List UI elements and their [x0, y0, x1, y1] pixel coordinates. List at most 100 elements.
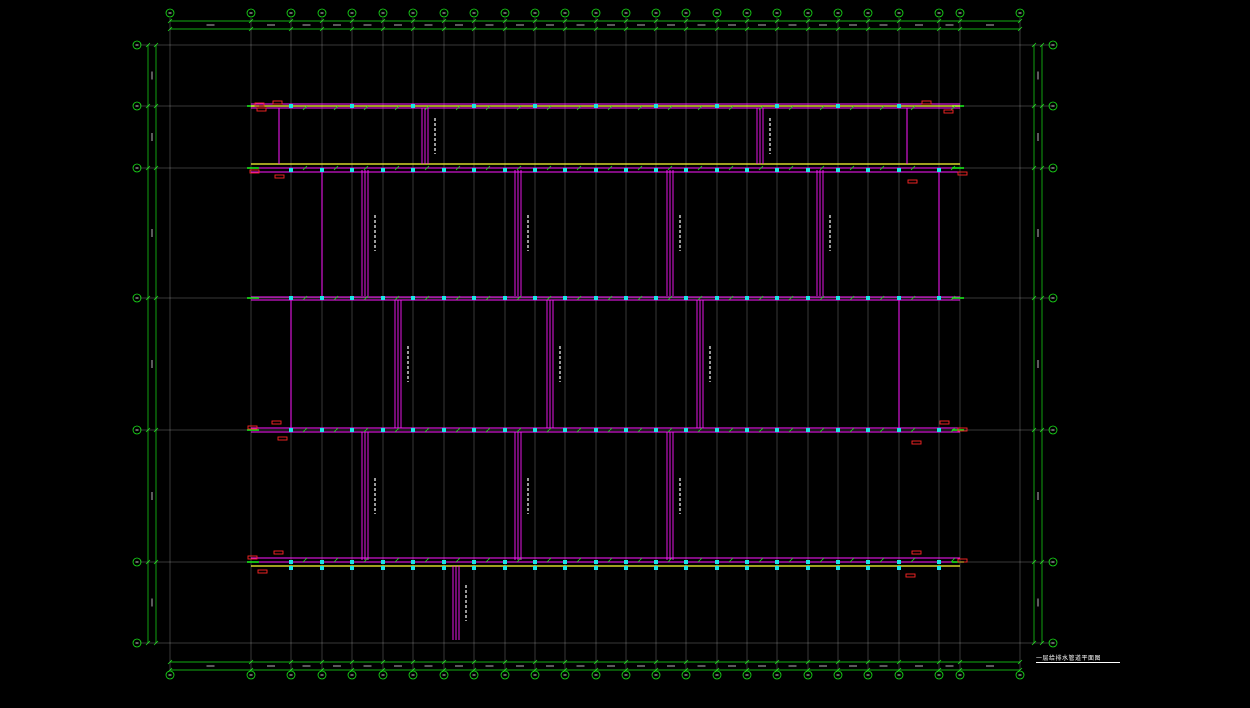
fixture-symbol — [684, 560, 688, 564]
fixture-symbol — [806, 560, 810, 564]
fixture-symbol — [350, 168, 354, 172]
fixture-symbol — [775, 566, 779, 570]
branch-tick — [697, 557, 703, 563]
fixture-symbol — [472, 168, 476, 172]
fixture-symbol — [897, 104, 901, 108]
pipe-tag — [911, 550, 922, 555]
fixture-symbol — [654, 168, 658, 172]
fixture-symbol — [866, 428, 870, 432]
fixture-symbol — [624, 168, 628, 172]
branch-tick — [424, 557, 430, 563]
fixture-symbol — [411, 168, 415, 172]
fixture-symbol — [836, 168, 840, 172]
fixture-symbol — [533, 428, 537, 432]
fixture-symbol — [411, 560, 415, 564]
fixture-symbol — [684, 566, 688, 570]
branch-tick — [333, 557, 339, 563]
fixture-symbol — [937, 428, 941, 432]
fixture-symbol — [381, 428, 385, 432]
axis-bubbles — [132, 8, 1058, 680]
fixture-symbol — [289, 566, 293, 570]
fixture-symbol — [654, 560, 658, 564]
fixture-symbol — [866, 566, 870, 570]
fixture-symbol — [350, 104, 354, 108]
fixture-symbol — [745, 296, 749, 300]
fixture-symbol — [289, 560, 293, 564]
fixture-symbol — [715, 168, 719, 172]
pipe-network — [247, 103, 964, 640]
fixture-symbol — [937, 560, 941, 564]
fixture-symbol — [320, 428, 324, 432]
fixture-symbol — [897, 168, 901, 172]
fixture-symbol — [350, 296, 354, 300]
fixture-symbol — [350, 428, 354, 432]
fixture-symbol — [624, 428, 628, 432]
fixture-symbol — [381, 296, 385, 300]
fixture-symbol — [503, 296, 507, 300]
fixture-symbol — [897, 428, 901, 432]
branch-tick — [607, 557, 613, 563]
drawing-title: 一层给排水管道平面图 — [1036, 655, 1102, 662]
fixture-symbol — [745, 560, 749, 564]
fixture-symbol — [594, 428, 598, 432]
fixture-symbol — [654, 428, 658, 432]
branch-tick — [637, 557, 643, 563]
branch-tick — [455, 557, 461, 563]
fixture-symbol — [654, 296, 658, 300]
fixture-symbol — [594, 104, 598, 108]
branch-tick — [788, 557, 794, 563]
fixture-symbol — [684, 168, 688, 172]
fixture-symbol — [381, 560, 385, 564]
fixture-symbol — [594, 566, 598, 570]
pipe-tag — [274, 174, 285, 179]
fixture-symbol — [897, 296, 901, 300]
fixture-symbol — [937, 168, 941, 172]
fixture-symbol — [654, 566, 658, 570]
fixture-symbol — [684, 428, 688, 432]
fixture-symbol — [503, 428, 507, 432]
pipe-tag — [921, 100, 932, 105]
fixture-symbol — [320, 560, 324, 564]
branch-tick — [576, 557, 582, 563]
fixture-symbol — [320, 566, 324, 570]
fixture-symbol — [411, 296, 415, 300]
fixture-symbol — [866, 168, 870, 172]
fixture-symbol — [836, 104, 840, 108]
fixture-symbol — [442, 296, 446, 300]
fixture-symbol — [806, 296, 810, 300]
fixture-symbol — [836, 296, 840, 300]
fixture-symbol — [289, 428, 293, 432]
cad-drawing-canvas — [132, 8, 1058, 680]
fixture-symbol — [563, 428, 567, 432]
fixture-symbol — [715, 428, 719, 432]
fixture-symbol — [442, 168, 446, 172]
fixture-symbol — [381, 566, 385, 570]
pipe-tag — [957, 171, 968, 176]
fixture-symbol — [381, 168, 385, 172]
fixture-symbol — [715, 566, 719, 570]
fixture-symbol — [775, 428, 779, 432]
fixture-symbol — [624, 566, 628, 570]
fixture-symbol — [775, 296, 779, 300]
fixture-symbol — [472, 428, 476, 432]
fixture-symbol — [411, 566, 415, 570]
branch-tick — [302, 557, 308, 563]
fixture-symbol — [533, 168, 537, 172]
fixture-symbol — [715, 104, 719, 108]
fixture-symbol — [503, 566, 507, 570]
fixture-symbol — [624, 560, 628, 564]
fixture-symbol — [866, 560, 870, 564]
fixture-symbol — [594, 168, 598, 172]
fixture-symbol — [533, 566, 537, 570]
pipe-tag — [272, 100, 283, 105]
fixture-symbol — [745, 428, 749, 432]
fixtures — [289, 104, 956, 570]
fixture-symbol — [684, 296, 688, 300]
pipe-tag — [277, 436, 288, 441]
fixture-symbol — [806, 428, 810, 432]
fixture-symbol — [472, 566, 476, 570]
fixture-symbol — [350, 560, 354, 564]
pipe-tag — [905, 573, 916, 578]
fixture-symbol — [897, 560, 901, 564]
fixture-symbol — [836, 560, 840, 564]
